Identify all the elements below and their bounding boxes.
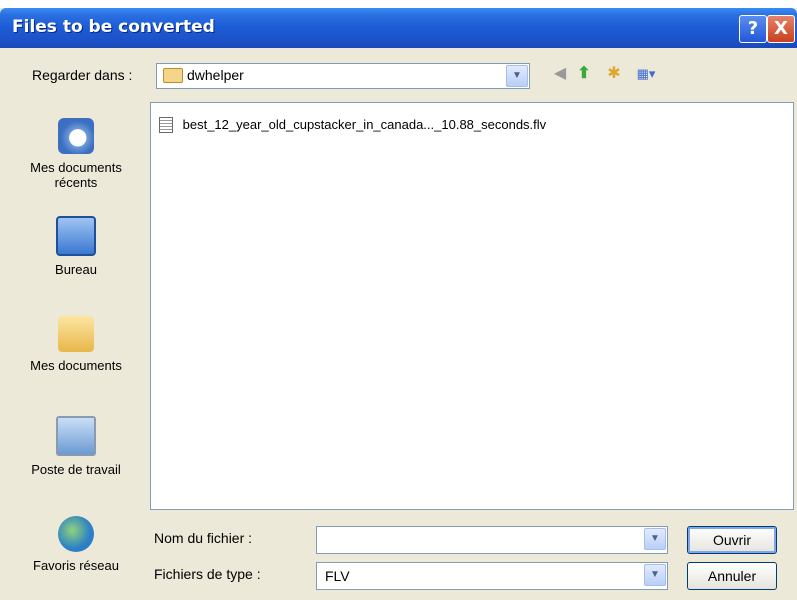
title-bar[interactable]: Files to be converted ? X (0, 8, 797, 48)
help-button[interactable]: ? (739, 15, 767, 43)
look-in-label: Regarder dans : (32, 67, 133, 83)
filename-field[interactable]: ▼ (316, 526, 668, 554)
chevron-down-icon[interactable]: ▼ (644, 564, 666, 586)
new-folder-icon[interactable]: ✱ (603, 63, 625, 85)
dialog-title: Files to be converted (12, 17, 215, 37)
place-my-computer[interactable]: Poste de travail (12, 416, 140, 477)
place-my-documents[interactable]: Mes documents (12, 316, 140, 373)
filename-label: Nom du fichier : (154, 530, 253, 546)
open-button[interactable]: Ouvrir (687, 526, 777, 554)
place-label: Mes documents (30, 358, 122, 373)
place-recent-documents[interactable]: Mes documents récents (12, 118, 140, 190)
look-in-combo[interactable]: dwhelper ▼ (156, 63, 530, 89)
recent-documents-icon (58, 118, 94, 154)
place-label: Bureau (55, 262, 97, 277)
my-computer-icon (56, 416, 96, 456)
file-dialog: Files to be converted ? X Regarder dans … (0, 8, 797, 600)
filetype-select[interactable]: FLV ▼ (316, 562, 668, 590)
list-item[interactable]: best_12_year_old_cupstacker_in_canada...… (159, 116, 546, 134)
my-documents-icon (58, 316, 94, 352)
look-in-value: dwhelper (187, 67, 244, 83)
place-label: Mes documents récents (30, 160, 122, 190)
place-label: Favoris réseau (33, 558, 119, 573)
place-network[interactable]: Favoris réseau (12, 516, 140, 573)
network-places-icon (58, 516, 94, 552)
close-button[interactable]: X (767, 15, 795, 43)
place-desktop[interactable]: Bureau (12, 216, 140, 277)
place-label: Poste de travail (31, 462, 121, 477)
chevron-down-icon[interactable]: ▼ (644, 528, 666, 550)
file-list[interactable]: best_12_year_old_cupstacker_in_canada...… (150, 102, 794, 510)
filetype-label: Fichiers de type : (154, 566, 261, 582)
folder-icon (163, 68, 183, 83)
views-menu-icon[interactable]: ▦▾ (632, 63, 660, 85)
places-bar: Mes documents récents Bureau Mes documen… (12, 106, 140, 594)
up-folder-icon[interactable]: ⬆ (573, 63, 595, 85)
back-icon[interactable]: ◀ (549, 63, 571, 85)
cancel-button[interactable]: Annuler (687, 562, 777, 590)
chevron-down-icon[interactable]: ▼ (506, 65, 528, 87)
file-name: best_12_year_old_cupstacker_in_canada...… (182, 117, 547, 133)
desktop-icon (56, 216, 96, 256)
file-icon (159, 116, 173, 133)
filetype-value: FLV (325, 568, 350, 584)
